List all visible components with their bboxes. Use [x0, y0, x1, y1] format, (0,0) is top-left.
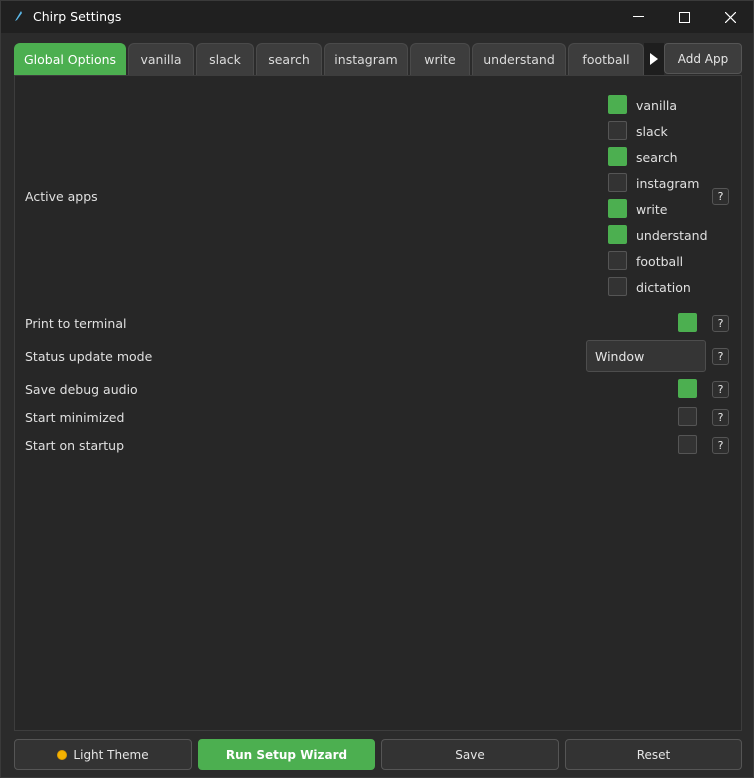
tab-football[interactable]: football: [568, 43, 644, 75]
app-checkbox-label: dictation: [636, 280, 691, 295]
tab-slack[interactable]: slack: [196, 43, 254, 75]
app-checkbox-write[interactable]: [608, 199, 627, 218]
save-debug-audio-checkbox[interactable]: [678, 379, 697, 398]
sun-icon: [57, 749, 68, 760]
maximize-button[interactable]: [661, 1, 707, 33]
tab-label: write: [424, 52, 456, 67]
tab-global-options[interactable]: Global Options: [14, 43, 126, 75]
app-checkbox-dictation[interactable]: [608, 277, 627, 296]
app-checkbox-label: vanilla: [636, 98, 678, 113]
app-checkbox-label: understand: [636, 228, 708, 243]
minimize-button[interactable]: [615, 1, 661, 33]
light-theme-button[interactable]: Light Theme: [14, 739, 192, 770]
tab-label: vanilla: [140, 52, 182, 67]
save-debug-audio-help-button[interactable]: ?: [712, 381, 729, 398]
app-tab-bar: Global Options vanilla slack search inst…: [14, 43, 644, 75]
start-on-startup-checkbox[interactable]: [678, 435, 697, 454]
maximize-icon: [678, 11, 690, 23]
add-app-button[interactable]: Add App: [664, 43, 742, 74]
app-checkbox-label: search: [636, 150, 678, 165]
app-checkbox-football[interactable]: [608, 251, 627, 270]
status-update-mode-help-button[interactable]: ?: [712, 348, 729, 365]
start-on-startup-help-button[interactable]: ?: [712, 437, 729, 454]
close-icon: [724, 11, 736, 23]
status-update-mode-select[interactable]: Window: [586, 340, 706, 372]
light-theme-label: Light Theme: [73, 747, 149, 762]
app-checkbox-vanilla[interactable]: [608, 95, 627, 114]
tab-understand[interactable]: understand: [472, 43, 566, 75]
reset-button[interactable]: Reset: [565, 739, 742, 770]
tab-search[interactable]: search: [256, 43, 322, 75]
print-to-terminal-label: Print to terminal: [25, 316, 127, 331]
start-minimized-help-button[interactable]: ?: [712, 409, 729, 426]
triangle-right-icon: [650, 53, 658, 65]
minimize-icon: [632, 16, 644, 17]
save-debug-audio-label: Save debug audio: [25, 382, 138, 397]
window-title: Chirp Settings: [33, 9, 122, 24]
title-bar[interactable]: Chirp Settings: [1, 1, 753, 33]
app-checkbox-instagram[interactable]: [608, 173, 627, 192]
print-to-terminal-help-button[interactable]: ?: [712, 315, 729, 332]
active-apps-help-button[interactable]: ?: [712, 188, 729, 205]
app-checkbox-search[interactable]: [608, 147, 627, 166]
close-button[interactable]: [707, 1, 753, 33]
app-checkbox-label: football: [636, 254, 684, 269]
settings-window: Chirp Settings Global Options vanilla sl…: [0, 0, 754, 778]
app-checkbox-label: write: [636, 202, 668, 217]
tab-label: slack: [209, 52, 241, 67]
tab-instagram[interactable]: instagram: [324, 43, 408, 75]
tab-label: Global Options: [23, 52, 117, 67]
settings-panel: [14, 75, 742, 731]
tab-label: football: [582, 52, 630, 67]
run-setup-wizard-button[interactable]: Run Setup Wizard: [198, 739, 375, 770]
tab-label: search: [268, 52, 310, 67]
app-checkbox-label: slack: [636, 124, 668, 139]
app-checkbox-label: instagram: [636, 176, 700, 191]
chirp-app-icon: [15, 11, 22, 21]
active-apps-label: Active apps: [25, 189, 98, 204]
start-minimized-label: Start minimized: [25, 410, 125, 425]
save-button[interactable]: Save: [381, 739, 559, 770]
tab-label: instagram: [334, 52, 398, 67]
status-update-mode-label: Status update mode: [25, 349, 153, 364]
tab-label: understand: [483, 52, 555, 67]
tab-vanilla[interactable]: vanilla: [128, 43, 194, 75]
start-minimized-checkbox[interactable]: [678, 407, 697, 426]
tab-write[interactable]: write: [410, 43, 470, 75]
print-to-terminal-checkbox[interactable]: [678, 313, 697, 332]
tab-scroll-right-button[interactable]: [644, 43, 664, 75]
app-checkbox-understand[interactable]: [608, 225, 627, 244]
app-checkbox-slack[interactable]: [608, 121, 627, 140]
start-on-startup-label: Start on startup: [25, 438, 125, 453]
